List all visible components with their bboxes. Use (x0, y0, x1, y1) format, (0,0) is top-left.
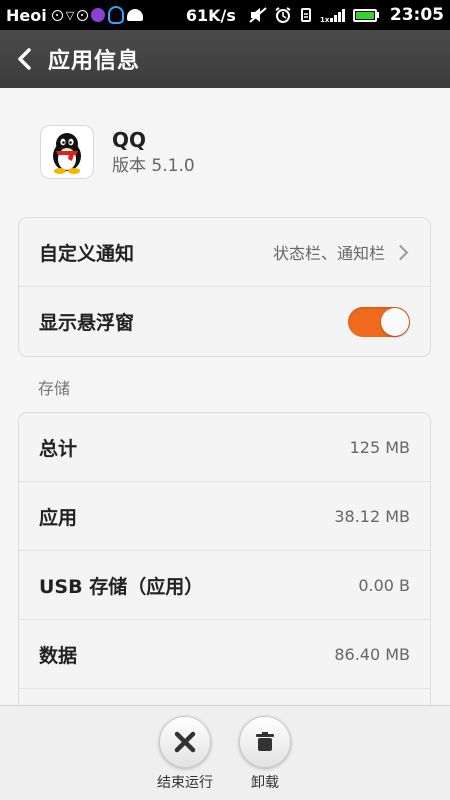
notification-icon (51, 9, 63, 21)
app-text: QQ 版本 5.1.0 (112, 127, 195, 177)
uninstall-action: 卸载 (220, 716, 310, 792)
storage-app-label: 应用 (39, 506, 78, 529)
storage-data-label: 数据 (39, 644, 78, 667)
force-stop-button[interactable] (159, 716, 211, 768)
chevron-left-icon (18, 48, 31, 70)
force-stop-action: 结束运行 (140, 716, 230, 792)
storage-row: USB 存储（应用） 0.00 B (19, 551, 430, 620)
title-bar: 应用信息 (0, 30, 450, 88)
qq-notification-icon (108, 6, 125, 24)
signal-icon: 1x (320, 7, 346, 23)
close-icon (174, 731, 196, 753)
force-stop-label: 结束运行 (157, 775, 213, 791)
uninstall-button[interactable] (239, 716, 291, 768)
page-title: 应用信息 (48, 49, 141, 74)
storage-card: 总计 125 MB 应用 38.12 MB USB 存储（应用） 0.00 B … (18, 412, 431, 712)
clock: 23:05 (389, 5, 444, 25)
storage-total-label: 总计 (39, 437, 78, 460)
storage-section-label: 存储 (38, 379, 71, 398)
svg-text:1x: 1x (320, 16, 330, 23)
storage-row: 总计 125 MB (19, 413, 430, 482)
net-speed: 61K/s (185, 5, 236, 25)
storage-usb-value: 0.00 B (358, 575, 410, 595)
carrier-label: Heoi (6, 5, 47, 25)
settings-card: 自定义通知 状态栏、通知栏 显示悬浮窗 (18, 217, 431, 357)
status-right: 61K/s 1x 23:05 (186, 5, 444, 25)
custom-notification-label: 自定义通知 (39, 242, 135, 265)
app-header: QQ 版本 5.1.0 (40, 125, 195, 179)
battery-icon (352, 8, 379, 22)
toggle-knob (381, 307, 409, 336)
alarm-icon (274, 6, 292, 24)
float-window-toggle[interactable] (348, 306, 410, 337)
data-transfer-icon (299, 6, 313, 24)
bottom-action-bar: 结束运行 卸载 (0, 705, 450, 800)
float-window-row: 显示悬浮窗 (19, 287, 430, 356)
status-left: Heoi ▽ (6, 5, 144, 25)
notification-icon (77, 9, 89, 21)
uninstall-label: 卸载 (251, 775, 279, 791)
custom-notification-value: 状态栏、通知栏 (272, 244, 385, 263)
storage-row: 数据 86.40 MB (19, 620, 430, 689)
app-name: QQ (112, 128, 147, 152)
custom-notification-row[interactable]: 自定义通知 状态栏、通知栏 (19, 218, 430, 287)
storage-row: 应用 38.12 MB (19, 482, 430, 551)
trash-icon (256, 732, 274, 751)
float-window-label: 显示悬浮窗 (39, 312, 135, 334)
storage-total-value: 125 MB (349, 437, 410, 457)
app-notification-icon (91, 8, 106, 22)
status-bar: Heoi ▽ 61K/s 1x 23:05 (0, 0, 450, 30)
chevron-right-icon (392, 244, 409, 260)
play-icon: ▽ (65, 8, 75, 22)
storage-data-value: 86.40 MB (334, 644, 410, 664)
qq-penguin-icon (40, 125, 94, 179)
storage-app-value: 38.12 MB (334, 506, 410, 526)
android-icon (127, 9, 144, 21)
back-button[interactable] (0, 30, 48, 88)
app-version: 版本 5.1.0 (112, 156, 195, 176)
mute-icon (249, 7, 267, 23)
storage-usb-label: USB 存储（应用） (39, 575, 204, 598)
